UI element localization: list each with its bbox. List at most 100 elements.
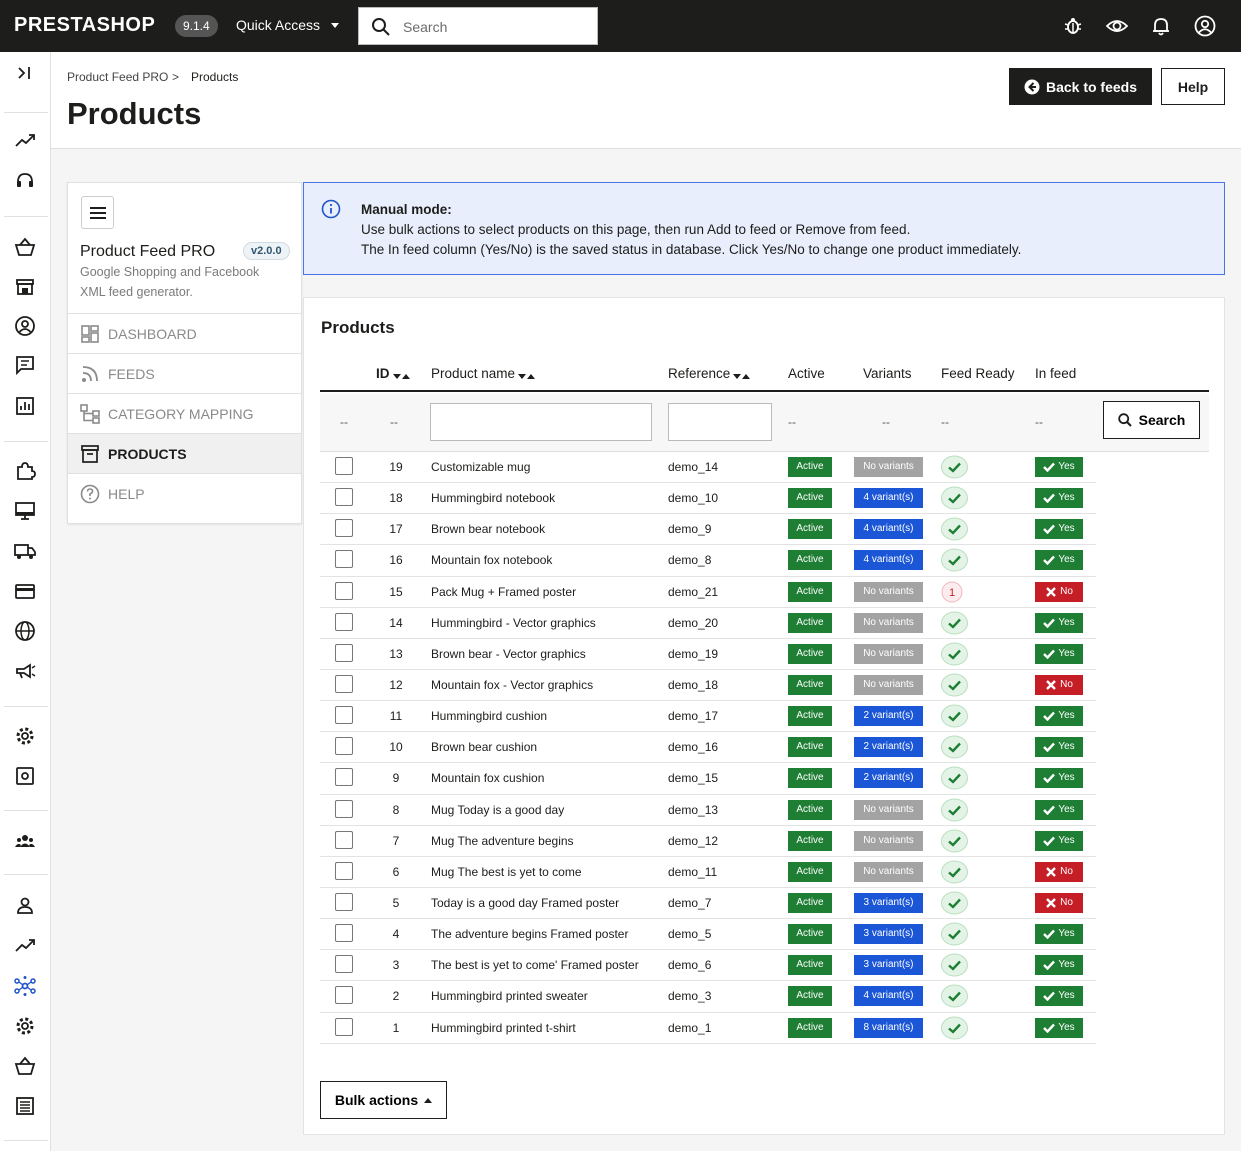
active-badge[interactable]: Active bbox=[788, 643, 832, 664]
marketing-megaphone-icon[interactable] bbox=[14, 660, 36, 682]
column-header-reference[interactable]: Reference bbox=[668, 366, 751, 382]
active-badge[interactable]: Active bbox=[788, 799, 832, 820]
active-badge[interactable]: Active bbox=[788, 581, 832, 602]
row-checkbox[interactable] bbox=[335, 457, 353, 475]
module-nav-dashboard[interactable]: DASHBOARD bbox=[68, 313, 301, 353]
row-checkbox[interactable] bbox=[335, 892, 353, 911]
active-badge[interactable]: Active bbox=[788, 519, 832, 540]
in-feed-toggle[interactable]: Yes bbox=[1035, 488, 1083, 509]
active-badge[interactable]: Active bbox=[788, 550, 832, 571]
active-badge[interactable]: Active bbox=[788, 986, 832, 1007]
active-badge[interactable]: Active bbox=[788, 612, 832, 633]
settings-gear-icon[interactable] bbox=[14, 1015, 36, 1037]
in-feed-toggle[interactable]: No bbox=[1035, 581, 1083, 602]
filter-search-button[interactable]: Search bbox=[1103, 401, 1200, 439]
in-feed-toggle[interactable]: Yes bbox=[1035, 924, 1083, 945]
network-hub-icon[interactable] bbox=[14, 975, 36, 997]
row-checkbox[interactable] bbox=[335, 612, 353, 631]
active-badge[interactable]: Active bbox=[788, 861, 832, 882]
sort-icon[interactable] bbox=[518, 367, 536, 382]
caret-down-icon[interactable] bbox=[331, 23, 339, 28]
in-feed-toggle[interactable]: Yes bbox=[1035, 799, 1083, 820]
payment-card-icon[interactable] bbox=[14, 580, 36, 602]
row-checkbox[interactable] bbox=[335, 643, 353, 662]
column-header-id[interactable]: ID bbox=[376, 366, 410, 382]
bulk-actions-button[interactable]: Bulk actions bbox=[320, 1081, 447, 1119]
in-feed-toggle[interactable]: Yes bbox=[1035, 612, 1083, 633]
sort-icon[interactable] bbox=[392, 367, 410, 382]
in-feed-toggle[interactable]: No bbox=[1035, 892, 1083, 913]
row-checkbox[interactable] bbox=[335, 830, 353, 849]
in-feed-toggle[interactable]: Yes bbox=[1035, 706, 1083, 727]
user-account-icon[interactable] bbox=[1194, 15, 1216, 37]
settings-gear-icon[interactable] bbox=[14, 725, 36, 747]
stats-icon[interactable] bbox=[14, 395, 36, 417]
in-feed-toggle[interactable]: Yes bbox=[1035, 830, 1083, 851]
filter-name-input[interactable] bbox=[430, 403, 652, 441]
active-badge[interactable]: Active bbox=[788, 892, 832, 913]
in-feed-toggle[interactable]: Yes bbox=[1035, 955, 1083, 976]
basket-icon[interactable] bbox=[14, 1055, 36, 1077]
row-checkbox[interactable] bbox=[335, 581, 353, 600]
list-document-icon[interactable] bbox=[14, 1095, 36, 1117]
row-checkbox[interactable] bbox=[335, 768, 353, 787]
in-feed-toggle[interactable]: Yes bbox=[1035, 643, 1083, 664]
modules-puzzle-icon[interactable] bbox=[14, 460, 36, 482]
row-checkbox[interactable] bbox=[335, 488, 353, 507]
basket-icon[interactable] bbox=[14, 236, 36, 258]
row-checkbox[interactable] bbox=[335, 924, 353, 943]
menu-toggle[interactable] bbox=[81, 196, 114, 229]
help-button[interactable]: Help bbox=[1161, 68, 1225, 105]
quick-access-menu[interactable]: Quick Access bbox=[236, 17, 320, 33]
in-feed-toggle[interactable]: Yes bbox=[1035, 519, 1083, 540]
sort-icon[interactable] bbox=[733, 367, 751, 382]
shipping-truck-icon[interactable] bbox=[14, 540, 36, 562]
row-checkbox[interactable] bbox=[335, 955, 353, 974]
active-badge[interactable]: Active bbox=[788, 674, 832, 695]
in-feed-toggle[interactable]: No bbox=[1035, 674, 1083, 695]
active-badge[interactable]: Active bbox=[788, 706, 832, 727]
search-input[interactable] bbox=[403, 16, 583, 38]
breadcrumb-parent[interactable]: Product Feed PRO bbox=[67, 70, 168, 84]
module-nav-help[interactable]: HELP bbox=[68, 473, 301, 513]
active-badge[interactable]: Active bbox=[788, 830, 832, 851]
expand-sidebar-icon[interactable] bbox=[14, 62, 36, 84]
design-monitor-icon[interactable] bbox=[14, 500, 36, 522]
person-icon[interactable] bbox=[14, 895, 36, 917]
international-globe-icon[interactable] bbox=[14, 620, 36, 642]
in-feed-toggle[interactable]: No bbox=[1035, 861, 1083, 882]
debug-bug-icon[interactable] bbox=[1062, 15, 1084, 37]
row-checkbox[interactable] bbox=[335, 706, 353, 725]
active-badge[interactable]: Active bbox=[788, 488, 832, 509]
active-badge[interactable]: Active bbox=[788, 924, 832, 945]
row-checkbox[interactable] bbox=[335, 519, 353, 538]
row-checkbox[interactable] bbox=[335, 986, 353, 1005]
row-checkbox[interactable] bbox=[335, 674, 353, 693]
row-checkbox[interactable] bbox=[335, 1017, 353, 1036]
store-icon[interactable] bbox=[14, 276, 36, 298]
messages-icon[interactable] bbox=[14, 354, 36, 376]
column-header-name[interactable]: Product name bbox=[431, 366, 536, 382]
active-badge[interactable]: Active bbox=[788, 457, 832, 477]
in-feed-toggle[interactable]: Yes bbox=[1035, 457, 1083, 477]
module-nav-category-mapping[interactable]: CATEGORY MAPPING bbox=[68, 393, 301, 433]
bell-icon[interactable] bbox=[1150, 15, 1172, 37]
headset-support-icon[interactable] bbox=[14, 170, 36, 192]
back-to-feeds-button[interactable]: Back to feeds bbox=[1009, 68, 1152, 105]
customer-icon[interactable] bbox=[14, 315, 36, 337]
active-badge[interactable]: Active bbox=[788, 737, 832, 758]
in-feed-toggle[interactable]: Yes bbox=[1035, 737, 1083, 758]
advanced-params-icon[interactable] bbox=[14, 765, 36, 787]
in-feed-toggle[interactable]: Yes bbox=[1035, 550, 1083, 571]
prestashop-logo[interactable]: PRESTASHOP bbox=[14, 14, 155, 37]
in-feed-toggle[interactable]: Yes bbox=[1035, 1017, 1083, 1038]
in-feed-toggle[interactable]: Yes bbox=[1035, 768, 1083, 789]
eye-icon[interactable] bbox=[1106, 15, 1128, 37]
team-icon[interactable] bbox=[14, 830, 36, 852]
row-checkbox[interactable] bbox=[335, 861, 353, 880]
active-badge[interactable]: Active bbox=[788, 1017, 832, 1038]
module-nav-products[interactable]: PRODUCTS bbox=[68, 433, 301, 473]
module-nav-feeds[interactable]: FEEDS bbox=[68, 353, 301, 393]
trending-up-icon[interactable] bbox=[14, 935, 36, 957]
in-feed-toggle[interactable]: Yes bbox=[1035, 986, 1083, 1007]
